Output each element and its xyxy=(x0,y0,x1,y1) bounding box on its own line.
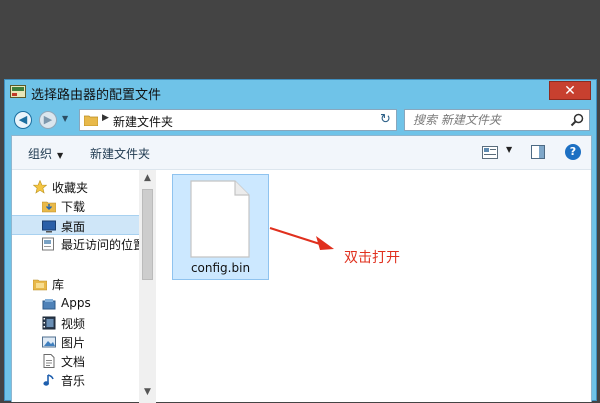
nav-item-label: 下载 xyxy=(61,200,86,214)
new-folder-button[interactable]: 新建文件夹 xyxy=(90,145,150,162)
nav-item-downloads[interactable]: 下载 xyxy=(12,196,139,216)
breadcrumb-chevron-icon[interactable]: ▶ xyxy=(102,113,109,123)
nav-item-label: Apps xyxy=(61,296,91,310)
nav-item-desktop[interactable]: 桌面 xyxy=(12,215,139,235)
nav-item-apps[interactable]: Apps xyxy=(12,294,139,314)
breadcrumb-current-folder[interactable]: 新建文件夹 xyxy=(113,113,173,130)
documents-icon xyxy=(43,354,55,368)
title-bar: 选择路由器的配置文件 ✕ xyxy=(5,80,596,106)
library-icon xyxy=(33,279,47,291)
nav-item-videos[interactable]: 视频 xyxy=(12,313,139,333)
help-icon[interactable]: ? xyxy=(565,144,581,160)
refresh-button[interactable]: ↻ xyxy=(375,109,397,131)
search-input[interactable] xyxy=(405,110,573,130)
folder-icon xyxy=(84,115,98,126)
address-row: ◀ ▶ ▼ ▶ 新建文件夹 ⌄ ↻ xyxy=(5,106,596,134)
refresh-icon: ↻ xyxy=(380,112,391,127)
change-view-icon[interactable] xyxy=(482,146,498,159)
nav-item-label: 最近访问的位置 xyxy=(61,238,146,252)
preview-pane-icon[interactable] xyxy=(531,145,545,159)
close-button[interactable]: ✕ xyxy=(549,81,591,100)
window-title: 选择路由器的配置文件 xyxy=(31,88,162,103)
scroll-up-arrow-icon[interactable]: ▲ xyxy=(139,170,156,187)
file-open-dialog: 选择路由器的配置文件 ✕ ◀ ▶ ▼ ▶ 新建文件夹 ⌄ ↻ xyxy=(4,79,597,403)
nav-item-favorites[interactable]: 收藏夹 xyxy=(12,177,139,197)
address-bar[interactable]: ▶ 新建文件夹 ⌄ xyxy=(79,109,397,131)
file-item-config[interactable]: config.bin xyxy=(172,174,269,280)
music-icon xyxy=(43,374,54,386)
file-icon xyxy=(190,180,250,258)
download-folder-icon xyxy=(42,201,56,213)
nav-item-music[interactable]: 音乐 xyxy=(12,370,139,390)
annotation-text: 双击打开 xyxy=(344,250,400,266)
file-list: config.bin 双击打开 xyxy=(157,170,592,403)
organize-label: 组织 xyxy=(28,147,53,161)
search-box[interactable] xyxy=(404,109,590,131)
nav-pane-scrollbar[interactable]: ▲ ▼ xyxy=(139,170,156,403)
nav-item-label: 音乐 xyxy=(61,374,86,388)
dialog-content: 组织 ▼ 新建文件夹 ▼ ? 收藏夹 下载 桌面 最近访问的位置 库 Apps … xyxy=(11,135,592,403)
forward-button[interactable]: ▶ xyxy=(39,111,57,129)
file-name: config.bin xyxy=(190,261,251,275)
nav-item-label: 视频 xyxy=(61,317,86,331)
view-options-dropdown[interactable]: ▼ xyxy=(506,145,512,154)
nav-item-label: 桌面 xyxy=(61,220,86,234)
scroll-down-arrow-icon[interactable]: ▼ xyxy=(139,384,156,401)
arrow-left-icon: ◀ xyxy=(18,113,28,126)
scrollbar-thumb[interactable] xyxy=(142,189,153,280)
nav-item-documents[interactable]: 文档 xyxy=(12,351,139,371)
organize-menu[interactable]: 组织 ▼ xyxy=(28,145,63,162)
nav-item-label: 图片 xyxy=(61,336,86,350)
navigation-pane: 收藏夹 下载 桌面 最近访问的位置 库 Apps 视频 图片 文档 音乐 xyxy=(12,170,145,403)
arrow-right-icon: ▶ xyxy=(43,113,53,126)
recent-places-icon xyxy=(42,237,54,251)
search-icon[interactable] xyxy=(570,113,584,127)
nav-item-label: 文档 xyxy=(61,355,86,369)
nav-item-label: 收藏夹 xyxy=(52,181,89,195)
desktop-icon xyxy=(42,220,56,233)
back-button[interactable]: ◀ xyxy=(14,111,32,129)
nav-item-libraries[interactable]: 库 xyxy=(12,274,139,294)
apps-icon xyxy=(42,299,56,310)
pictures-icon xyxy=(42,336,56,348)
annotation-arrow-icon xyxy=(269,227,334,250)
star-icon xyxy=(33,180,47,194)
command-bar: 组织 ▼ 新建文件夹 ▼ ? xyxy=(12,136,591,170)
recent-locations-dropdown[interactable]: ▼ xyxy=(62,114,68,123)
video-icon xyxy=(42,316,56,330)
nav-item-pictures[interactable]: 图片 xyxy=(12,332,139,352)
nav-item-recent-places[interactable]: 最近访问的位置 xyxy=(12,234,145,254)
nav-item-label: 库 xyxy=(52,278,65,292)
app-icon xyxy=(10,85,26,98)
chevron-down-icon: ▼ xyxy=(57,151,64,160)
